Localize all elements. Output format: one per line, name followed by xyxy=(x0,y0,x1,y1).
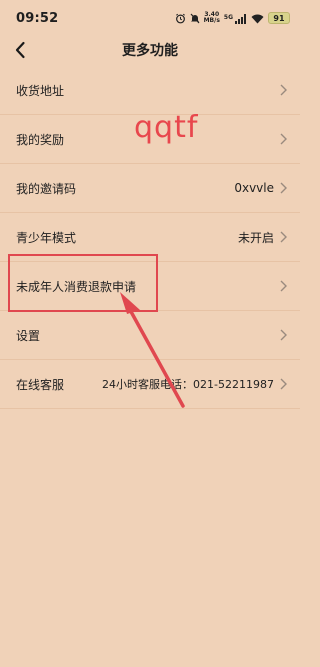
invite-code-value: 0xvvle xyxy=(234,181,274,195)
wifi-icon xyxy=(251,9,264,28)
mute-icon xyxy=(190,9,200,28)
menu-item-label: 设置 xyxy=(16,328,41,343)
status-time: 09:52 xyxy=(16,10,59,26)
menu-item-shipping-address[interactable]: 收货地址 xyxy=(0,66,300,115)
battery-indicator: 91 xyxy=(268,12,290,24)
menu-item-online-support[interactable]: 在线客服 24小时客服电话：021-52211987 xyxy=(0,360,300,409)
support-phone: 24小时客服电话：021-52211987 xyxy=(102,378,274,391)
menu-item-label: 在线客服 xyxy=(16,377,65,392)
teen-mode-status: 未开启 xyxy=(237,230,274,245)
menu-item-label: 我的邀请码 xyxy=(16,181,77,196)
alarm-icon xyxy=(175,9,186,28)
network-speed: 3.40 MB/s xyxy=(204,12,220,24)
annotation-watermark: qqtf xyxy=(134,110,199,145)
chevron-right-icon xyxy=(278,279,288,293)
navigation-bar: 更多功能 xyxy=(0,36,300,64)
menu-item-settings[interactable]: 设置 xyxy=(0,311,300,360)
page-title: 更多功能 xyxy=(122,43,178,59)
chevron-right-icon xyxy=(278,132,288,146)
chevron-right-icon xyxy=(278,328,288,342)
status-icons: 3.40 MB/s 5G 91 xyxy=(175,9,290,28)
network-type: 5G xyxy=(223,14,233,21)
chevron-right-icon xyxy=(278,83,288,97)
menu-item-invite-code[interactable]: 我的邀请码 0xvvle xyxy=(0,164,300,213)
menu-item-label: 青少年模式 xyxy=(16,230,77,245)
chevron-right-icon xyxy=(278,181,288,195)
chevron-right-icon xyxy=(278,377,288,391)
annotation-highlight-box xyxy=(8,254,158,312)
menu-item-label: 收货地址 xyxy=(16,83,65,98)
network-speed-unit: MB/s xyxy=(203,17,220,24)
status-bar: 09:52 3.40 MB/s 5G 91 xyxy=(0,0,300,36)
chevron-right-icon xyxy=(278,230,288,244)
cellular-signal-icon xyxy=(235,9,247,28)
